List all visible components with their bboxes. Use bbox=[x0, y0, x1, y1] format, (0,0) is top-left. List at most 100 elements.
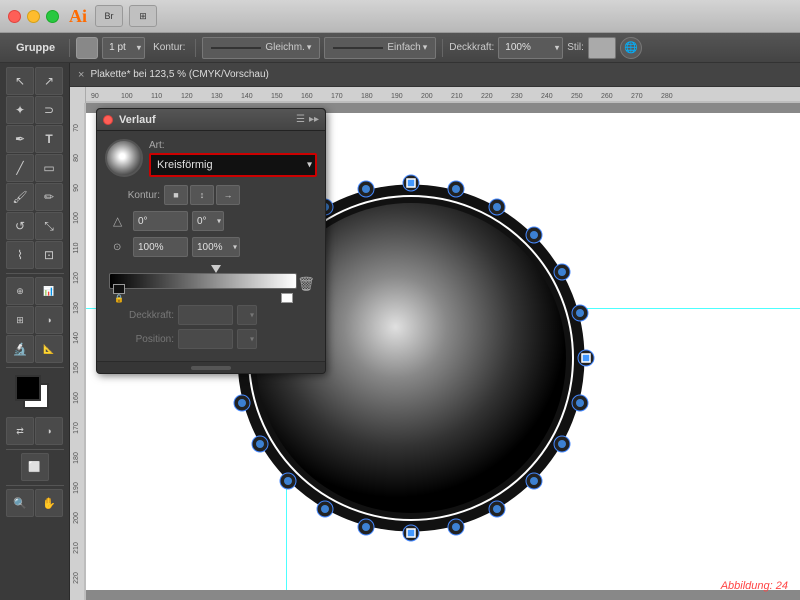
maximize-button[interactable] bbox=[46, 10, 59, 23]
position-mini-select[interactable] bbox=[237, 329, 257, 349]
tool-row-8: ⊕ 📊 bbox=[6, 277, 63, 305]
tool-divider-1 bbox=[6, 273, 64, 274]
stil-box[interactable] bbox=[588, 37, 616, 59]
svg-text:100: 100 bbox=[73, 212, 80, 224]
grid-icon[interactable]: ⊞ bbox=[129, 5, 157, 27]
tool-row-10: 🔬 📐 bbox=[6, 335, 63, 363]
canvas-wrap: 70 80 90 100 110 120 130 140 150 160 170… bbox=[70, 103, 800, 600]
angle-input[interactable] bbox=[133, 211, 188, 231]
magic-wand-tool[interactable]: ✦ bbox=[6, 96, 34, 124]
br-icon[interactable]: Br bbox=[95, 5, 123, 27]
doc-name: Plakette* bei 123,5 % (CMYK/Vorschau) bbox=[90, 69, 268, 80]
tool-divider-4 bbox=[6, 485, 64, 486]
angle-select[interactable]: 0° bbox=[192, 211, 224, 231]
scale-select[interactable]: 100% bbox=[192, 237, 240, 257]
select-tool[interactable]: ↖ bbox=[6, 67, 34, 95]
stroke-btn-2[interactable]: ↕ bbox=[190, 185, 214, 205]
canvas[interactable]: Verlauf ☰ ▸▸ Art: bbox=[86, 103, 800, 600]
line-style-2[interactable]: Einfach ▾ bbox=[324, 37, 436, 59]
panel-expand-btn[interactable]: ▸▸ bbox=[309, 114, 319, 125]
deckkraft-mini-wrap bbox=[237, 305, 257, 325]
kontur-dropdown-wrap: 1 pt bbox=[102, 37, 145, 59]
position-input[interactable] bbox=[178, 329, 233, 349]
gleichm-arrow: ▾ bbox=[307, 42, 312, 53]
doc-close-btn[interactable]: × bbox=[78, 69, 84, 81]
svg-text:100: 100 bbox=[121, 93, 133, 100]
stroke-btn-3[interactable]: → bbox=[216, 185, 240, 205]
panel-title: Verlauf bbox=[119, 114, 296, 126]
scale-row: ⊙ 100% bbox=[105, 237, 317, 257]
deckkraft-wrap: 100% bbox=[498, 37, 563, 59]
horizontal-ruler-bar: 90 100 110 120 130 140 150 160 170 180 1… bbox=[70, 87, 800, 103]
svg-text:220: 220 bbox=[481, 93, 493, 100]
svg-text:270: 270 bbox=[631, 93, 643, 100]
gradient-bar[interactable] bbox=[109, 273, 297, 289]
einfach-label: Einfach bbox=[387, 42, 420, 53]
tool-row-9: ⊞ ◑ bbox=[6, 306, 63, 334]
deckkraft-select[interactable]: 100% bbox=[498, 37, 563, 59]
svg-text:220: 220 bbox=[73, 572, 80, 584]
mesh-tool[interactable]: ⊞ bbox=[6, 306, 34, 334]
shape-tool[interactable]: ▭ bbox=[35, 154, 63, 182]
screen-mode-btn[interactable]: ⬜ bbox=[21, 453, 49, 481]
minimize-button[interactable] bbox=[27, 10, 40, 23]
svg-text:180: 180 bbox=[361, 93, 373, 100]
direct-select-tool[interactable]: ↗ bbox=[35, 67, 63, 95]
deckkraft-mini-select[interactable] bbox=[237, 305, 257, 325]
sep1 bbox=[69, 39, 70, 57]
v-ruler-svg: 70 80 90 100 110 120 130 140 150 160 170… bbox=[70, 103, 86, 600]
panel-menu-btn[interactable]: ☰ bbox=[296, 114, 305, 125]
foreground-color-box[interactable] bbox=[15, 375, 41, 401]
scale-select-wrap: 100% bbox=[192, 237, 240, 257]
kontur-dropdown[interactable]: 1 pt bbox=[102, 37, 145, 59]
rotate-tool[interactable]: ↺ bbox=[6, 212, 34, 240]
symbol-tool[interactable]: ⊕ bbox=[6, 277, 34, 305]
graph-tool[interactable]: 📊 bbox=[35, 277, 63, 305]
eyedropper-tool[interactable]: 🔬 bbox=[6, 335, 34, 363]
default-colors-btn[interactable]: ◑ bbox=[35, 417, 63, 445]
scale-input[interactable] bbox=[133, 237, 188, 257]
pencil-tool[interactable]: ✏ bbox=[35, 183, 63, 211]
scale-icon: ⊙ bbox=[113, 242, 129, 253]
scale-tool[interactable]: ⤡ bbox=[35, 212, 63, 240]
grad-preview-circle[interactable] bbox=[105, 139, 143, 177]
warp-tool[interactable]: ⌇ bbox=[6, 241, 34, 269]
art-select[interactable]: Linear Kreisförmig bbox=[149, 153, 317, 177]
color-boxes bbox=[15, 375, 55, 411]
measure-tool[interactable]: 📐 bbox=[35, 335, 63, 363]
fill-color-box[interactable] bbox=[76, 37, 98, 59]
stroke-btn-1[interactable]: ■ bbox=[164, 185, 188, 205]
hand-tool[interactable]: ✋ bbox=[35, 489, 63, 517]
gruppe-label: Gruppe bbox=[8, 39, 63, 57]
swap-colors-btn[interactable]: ⇄ bbox=[6, 417, 34, 445]
svg-text:280: 280 bbox=[661, 93, 673, 100]
text-tool[interactable]: T bbox=[35, 125, 63, 153]
grad-top-stop[interactable] bbox=[211, 265, 221, 273]
line-preview-2 bbox=[333, 47, 383, 49]
svg-text:200: 200 bbox=[73, 512, 80, 524]
svg-text:150: 150 bbox=[271, 93, 283, 100]
position-field-label: Position: bbox=[109, 334, 174, 345]
svg-text:110: 110 bbox=[73, 242, 80, 253]
grad-stop-black[interactable]: 🔒 bbox=[113, 284, 125, 303]
grad-stop-white[interactable] bbox=[281, 293, 293, 303]
line-style-1[interactable]: Gleichm. ▾ bbox=[202, 37, 320, 59]
toolbar: ↖ ↗ ✦ ⊃ ✒ T ╱ ▭ 🖌 ✏ ↺ ⤡ ⌇ ⊡ ⊕ 📊 bbox=[0, 63, 70, 600]
lasso-tool[interactable]: ⊃ bbox=[35, 96, 63, 124]
panel-resize-handle[interactable] bbox=[191, 366, 231, 370]
line-tool[interactable]: ╱ bbox=[6, 154, 34, 182]
panel-close-btn[interactable] bbox=[103, 115, 113, 125]
panel-titlebar: Verlauf ☰ ▸▸ bbox=[97, 109, 325, 131]
close-button[interactable] bbox=[8, 10, 21, 23]
svg-text:110: 110 bbox=[151, 93, 162, 100]
gradient-tool[interactable]: ◑ bbox=[35, 306, 63, 334]
pen-tool[interactable]: ✒ bbox=[6, 125, 34, 153]
zoom-tool[interactable]: 🔍 bbox=[6, 489, 34, 517]
deckkraft-row: Deckkraft: bbox=[105, 305, 317, 325]
art-label: Art: bbox=[149, 140, 317, 151]
paintbrush-tool[interactable]: 🖌 bbox=[6, 183, 34, 211]
deckkraft-input[interactable] bbox=[178, 305, 233, 325]
globe-button[interactable]: 🌐 bbox=[620, 37, 642, 59]
delete-stop-btn[interactable]: 🗑 bbox=[297, 276, 315, 293]
free-transform-tool[interactable]: ⊡ bbox=[35, 241, 63, 269]
